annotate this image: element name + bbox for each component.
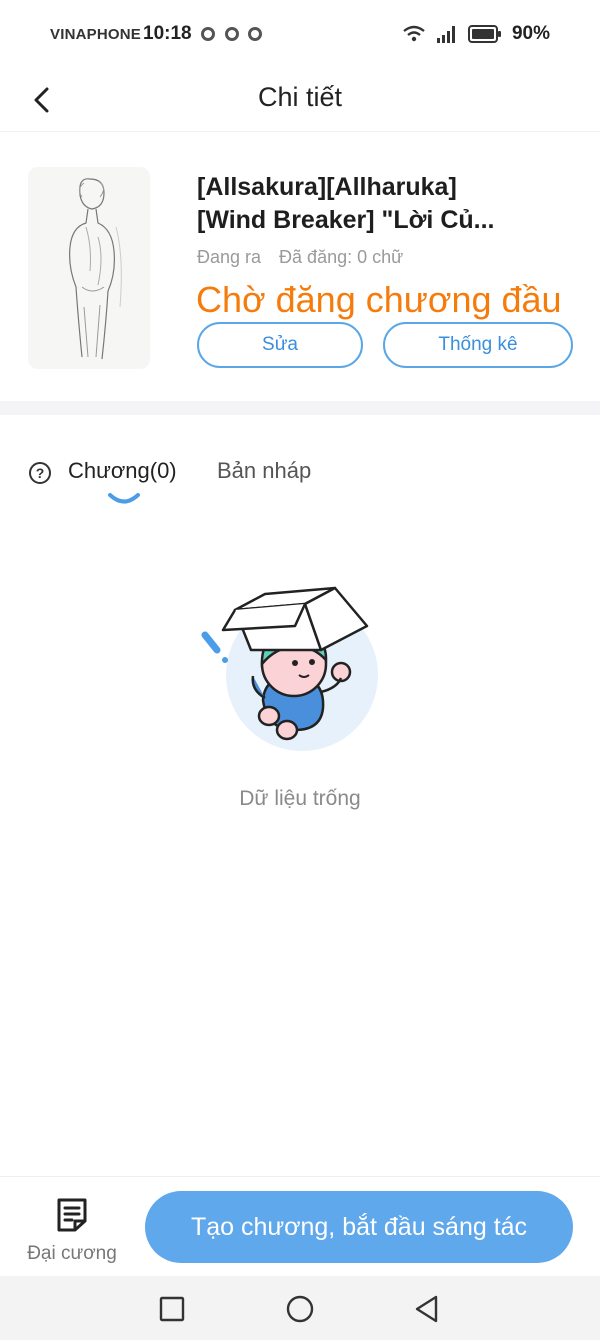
word-count: Đã đăng: 0 chữ (279, 247, 404, 267)
outline-label: Đại cương (27, 1243, 117, 1264)
bottom-action-bar: Đại cương Tạo chương, bắt đầu sáng tác (0, 1176, 600, 1276)
edit-button[interactable]: Sửa (197, 322, 363, 368)
tab-chapters[interactable]: Chương(0) (68, 458, 177, 484)
empty-state-text: Dữ liệu trống (239, 787, 361, 810)
book-info-card: [Allsakura][Allharuka] [Wind Breaker] "L… (0, 133, 600, 401)
page-title: Chi tiết (257, 82, 343, 112)
section-divider (0, 401, 600, 415)
help-icon[interactable]: ? (29, 462, 51, 484)
sketch-figure-illustration (28, 167, 150, 369)
tab-drafts[interactable]: Bản nháp (217, 458, 311, 484)
book-meta: Đang ra Đã đăng: 0 chữ (197, 247, 403, 268)
battery-percent: 90% (511, 23, 550, 44)
book-status: Chờ đăng chương đầu (196, 279, 562, 320)
recent-apps-icon[interactable] (157, 1294, 187, 1324)
home-icon[interactable] (285, 1294, 315, 1324)
publishing-state: Đang ra (197, 247, 262, 267)
create-chapter-button[interactable]: Tạo chương, bắt đầu sáng tác (145, 1191, 573, 1263)
status-right: 90% (402, 23, 550, 45)
book-title: [Allsakura][Allharuka] [Wind Breaker] "L… (197, 171, 577, 237)
book-title-line-1: [Allsakura][Allharuka] (197, 173, 457, 201)
system-navigation-bar (0, 1276, 600, 1340)
top-app-bar: Chi tiết (0, 70, 600, 132)
status-bar: VINAPHONE 10:18 90% (0, 0, 600, 70)
carrier-label: VINAPHONE (50, 26, 141, 43)
signal-icon (436, 26, 455, 43)
active-tab-indicator (108, 493, 140, 504)
book-cover-image[interactable] (28, 167, 150, 369)
document-list-icon (57, 1198, 87, 1232)
wifi-icon (403, 25, 425, 42)
empty-box-illustration (201, 586, 378, 751)
outline-button[interactable]: Đại cương (20, 1195, 124, 1265)
clock: 10:18 (143, 23, 192, 44)
book-title-line-2: [Wind Breaker] "Lời Củ... (197, 206, 495, 234)
battery-icon (467, 25, 501, 43)
chrome-icon (225, 27, 239, 41)
chrome-icon (201, 27, 215, 41)
statistics-button[interactable]: Thống kê (383, 322, 573, 368)
back-nav-icon[interactable] (412, 1294, 442, 1324)
tab-bar: ? Chương(0) Bản nháp (0, 440, 600, 510)
chrome-icon (248, 27, 262, 41)
